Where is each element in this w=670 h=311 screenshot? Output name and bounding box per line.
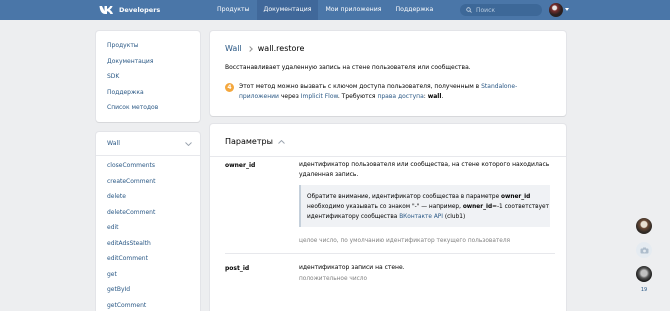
contact-avatar[interactable] [636,266,652,282]
access-notice: 4 Этот метод можно вызвать с ключом дост… [225,82,555,102]
contact-avatar[interactable] [636,218,652,234]
developers-logo[interactable]: Developers [99,3,160,17]
search-input[interactable]: Поиск [460,4,542,16]
brand-label: Developers [119,6,161,14]
method-link[interactable]: editAdsStealth [96,238,200,254]
param-desc-post-id: идентификатор записи на стене. [299,264,405,271]
chevron-up-icon [278,139,285,144]
search-icon [466,7,472,13]
method-link[interactable]: edit [96,222,200,238]
chevron-down-icon[interactable] [565,8,569,11]
method-description: Восстанавливает удаленную запись на стен… [225,64,471,71]
param-desc-owner-id: идентификатор пользователя или сообществ… [299,161,550,178]
method-link[interactable]: getById [96,284,200,300]
divider [210,156,566,157]
methods-section-title: Wall [107,140,120,147]
right-chat-rail: 19 [634,218,654,293]
breadcrumb-parent[interactable]: Wall [225,44,242,53]
nav-item-support[interactable]: Поддержка [388,0,440,20]
main-nav: Продукты Документация Мои приложения Под… [210,0,440,20]
nav-item-documentation[interactable]: Документация [256,0,319,20]
implicit-flow-link[interactable]: Implicit Flow [301,93,338,100]
required-scope: wall [427,93,442,100]
online-count: 19 [640,287,648,293]
nav-item-my-apps[interactable]: Мои приложения [318,0,388,20]
chevron-down-icon [185,142,192,146]
sidebar-links-card: Продукты Документация SDK Поддержка Спис… [96,31,200,122]
param-type-owner-id: целое число, по умолчанию идентификатор … [299,238,511,244]
sidebar-link-methods-list[interactable]: Список методов [96,103,200,119]
notice-text: Этот метод можно вызвать с ключом доступ… [239,83,518,100]
chevron-right-icon [246,45,253,52]
camera-icon [640,247,648,253]
method-link[interactable]: delete [96,191,200,207]
sidebar-link-products[interactable]: Продукты [96,41,200,57]
camera-icon[interactable] [636,242,652,258]
access-rights-link[interactable]: права доступа [377,93,423,100]
param-type-post-id: положительное число [299,276,368,282]
method-link[interactable]: getComment [96,300,200,311]
vk-api-community-link[interactable]: ВКонтакте API [399,214,443,220]
sidebar-link-support[interactable]: Поддержка [96,88,200,104]
method-link[interactable]: createComment [96,176,200,192]
parameters-header[interactable]: Параметры [225,137,285,146]
method-link[interactable]: deleteComment [96,207,200,223]
sidebar-link-sdk[interactable]: SDK [96,72,200,88]
method-header-card: Wall wall.restore Восстанавливает удален… [210,31,566,116]
nav-item-products[interactable]: Продукты [210,0,257,20]
parameters-title: Параметры [225,137,273,146]
parameters-card: Параметры owner_id идентификатор пользов… [210,124,566,311]
sidebar-link-documentation[interactable]: Документация [96,57,200,73]
top-navigation-bar: Developers Продукты Документация Мои при… [0,0,670,20]
methods-section-selector[interactable]: Wall [96,132,200,156]
param-name-owner-id: owner_id [225,162,256,169]
vk-logo-icon [99,6,113,14]
divider [225,253,555,254]
breadcrumb: Wall wall.restore [225,44,304,53]
sidebar-methods-card: Wall closeComments createComment delete … [96,132,200,311]
owner-id-callout: Обратите внимание, идентификатор сообщес… [299,185,550,227]
search-placeholder: Поиск [476,6,496,14]
method-link[interactable]: get [96,269,200,285]
param-name-post-id: post_id [225,265,250,272]
user-avatar[interactable] [549,3,563,17]
warning-badge-icon: 4 [225,83,234,92]
method-link[interactable]: editComment [96,253,200,269]
page-title: wall.restore [257,44,305,53]
method-link[interactable]: closeComments [96,160,200,176]
